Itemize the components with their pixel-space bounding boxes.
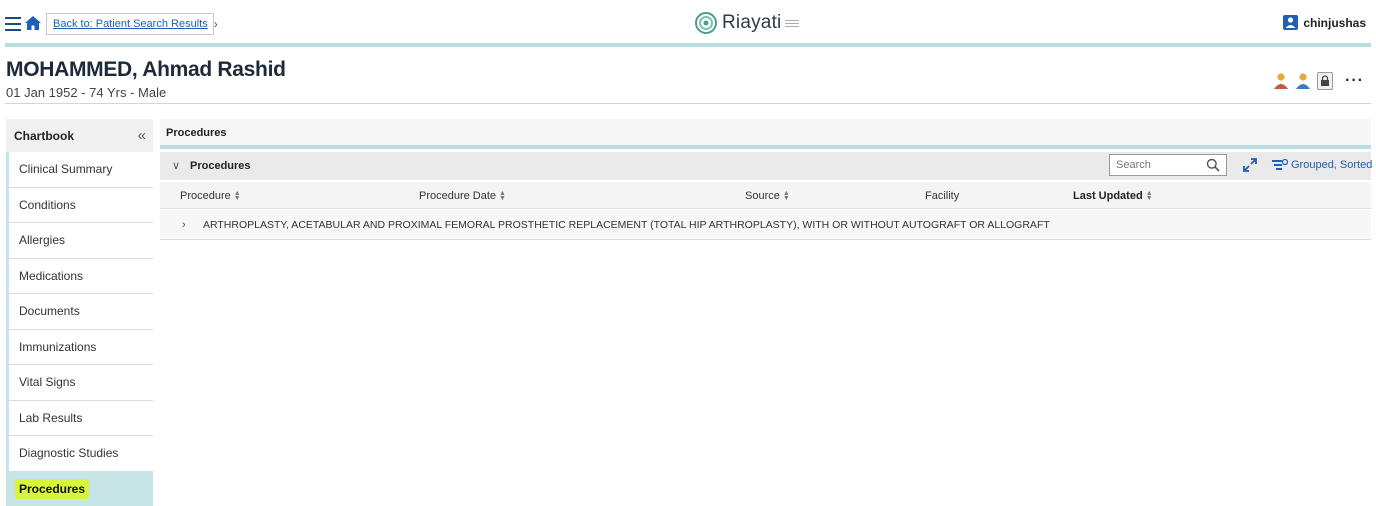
column-label: Facility	[925, 190, 960, 202]
chevron-right-icon[interactable]: ›	[182, 219, 186, 231]
header-divider	[5, 103, 1371, 104]
sidebar-item-label: Diagnostic Studies	[19, 446, 119, 461]
back-to-search-link[interactable]: Back to: Patient Search Results	[47, 18, 214, 30]
sidebar-item-vital-signs[interactable]: Vital Signs	[6, 365, 153, 401]
column-label: Last Updated	[1073, 190, 1143, 202]
sort-icon[interactable]: ▲ ▼	[234, 190, 241, 202]
procedure-name: ARTHROPLASTY, ACETABULAR AND PROXIMAL FE…	[203, 219, 1050, 231]
brand-mark-icon	[695, 12, 717, 34]
brand-logo: Riayati	[694, 10, 800, 36]
sidebar-item-label: Documents	[19, 304, 80, 319]
column-label: Source	[745, 190, 780, 202]
sidebar-item-label: Immunizations	[19, 339, 97, 354]
column-facility: Facility	[925, 190, 959, 202]
patient-contact-icon[interactable]	[1295, 72, 1311, 90]
chevron-down-icon[interactable]: ∨	[172, 159, 180, 172]
search-input[interactable]	[1110, 155, 1198, 175]
search-icon[interactable]	[1206, 158, 1220, 172]
column-procedure[interactable]: Procedure ▲ ▼	[180, 190, 241, 202]
sidebar-item-documents[interactable]: Documents	[6, 294, 153, 330]
user-icon	[1283, 15, 1299, 30]
brand-name: Riayati	[722, 12, 782, 33]
expand-icon[interactable]	[1242, 157, 1258, 173]
sidebar-item-label: Conditions	[19, 197, 76, 212]
table-header: Procedure ▲ ▼ Procedure Date ▲ ▼ Source ▲ ▼…	[160, 182, 1371, 209]
column-procedure-date[interactable]: Procedure Date ▲ ▼	[419, 190, 506, 202]
sort-icon[interactable]: ▲ ▼	[783, 190, 790, 202]
grouped-sorted-button[interactable]: Grouped, Sorted	[1272, 158, 1372, 172]
breadcrumb: Back to: Patient Search Results ›	[46, 13, 218, 35]
column-source[interactable]: Source ▲ ▼	[745, 190, 790, 202]
patient-banner: MOHAMMED, Ahmad Rashid 01 Jan 1952 - 74 …	[6, 58, 286, 100]
sidebar-title: Chartbook	[14, 128, 74, 143]
sidebar-item-label: Medications	[19, 268, 84, 283]
page-title-divider	[160, 145, 1371, 149]
sidebar-item-medications[interactable]: Medications	[6, 258, 153, 294]
brand-tagline	[785, 18, 800, 29]
patient-actions: ···	[1273, 72, 1364, 90]
sidebar-item-clinical-summary[interactable]: Clinical Summary	[6, 152, 153, 188]
collapse-sidebar-icon[interactable]: «	[138, 127, 146, 144]
sort-icon[interactable]: ▲ ▼	[1146, 190, 1153, 202]
column-last-updated[interactable]: Last Updated ▲ ▼	[1073, 190, 1153, 202]
topbar-divider	[5, 43, 1371, 47]
sidebar-item-immunizations[interactable]: Immunizations	[6, 329, 153, 365]
sidebar-header: Chartbook «	[6, 119, 153, 152]
sidebar-item-label: Procedures	[15, 478, 90, 499]
section-title: Procedures	[190, 160, 251, 172]
grouped-sorted-label: Grouped, Sorted	[1291, 159, 1373, 171]
patient-name: MOHAMMED, Ahmad Rashid	[6, 58, 286, 81]
home-icon[interactable]	[24, 14, 42, 32]
table-row[interactable]: › ARTHROPLASTY, ACETABULAR AND PROXIMAL …	[160, 210, 1371, 240]
sidebar-item-allergies[interactable]: Allergies	[6, 223, 153, 259]
hamburger-menu-icon[interactable]	[5, 17, 21, 31]
sidebar-item-procedures[interactable]: Procedures	[6, 471, 153, 506]
sidebar-item-conditions[interactable]: Conditions	[6, 187, 153, 223]
column-label: Procedure Date	[419, 190, 497, 202]
sidebar-item-label: Clinical Summary	[19, 162, 113, 177]
care-team-icon[interactable]	[1273, 72, 1289, 90]
username: chinjushas	[1303, 15, 1366, 30]
chevron-right-icon[interactable]: ›	[214, 17, 218, 31]
page-title: Procedures	[160, 119, 1371, 145]
sidebar-item-label: Lab Results	[19, 410, 83, 425]
group-sort-icon	[1272, 158, 1288, 170]
sidebar-item-diagnostic-studies[interactable]: Diagnostic Studies	[6, 436, 153, 472]
more-options-icon[interactable]: ···	[1345, 72, 1364, 90]
sidebar-item-lab-results[interactable]: Lab Results	[6, 400, 153, 436]
sort-icon[interactable]: ▲ ▼	[499, 190, 506, 202]
user-menu[interactable]: chinjushas	[1283, 15, 1366, 30]
chartbook-sidebar: Chartbook « Clinical Summary Conditions …	[6, 119, 153, 506]
top-bar: Back to: Patient Search Results › Riayat…	[0, 0, 1376, 47]
procedures-section-header: ∨ Procedures Grouped, Sorted	[160, 152, 1372, 180]
lock-icon[interactable]	[1317, 72, 1334, 90]
column-label: Procedure	[180, 190, 231, 202]
sidebar-item-label: Allergies	[19, 233, 66, 248]
search-field	[1109, 154, 1227, 176]
patient-demographics: 01 Jan 1952 - 74 Yrs - Male	[6, 85, 167, 100]
sidebar-item-label: Vital Signs	[19, 375, 76, 390]
